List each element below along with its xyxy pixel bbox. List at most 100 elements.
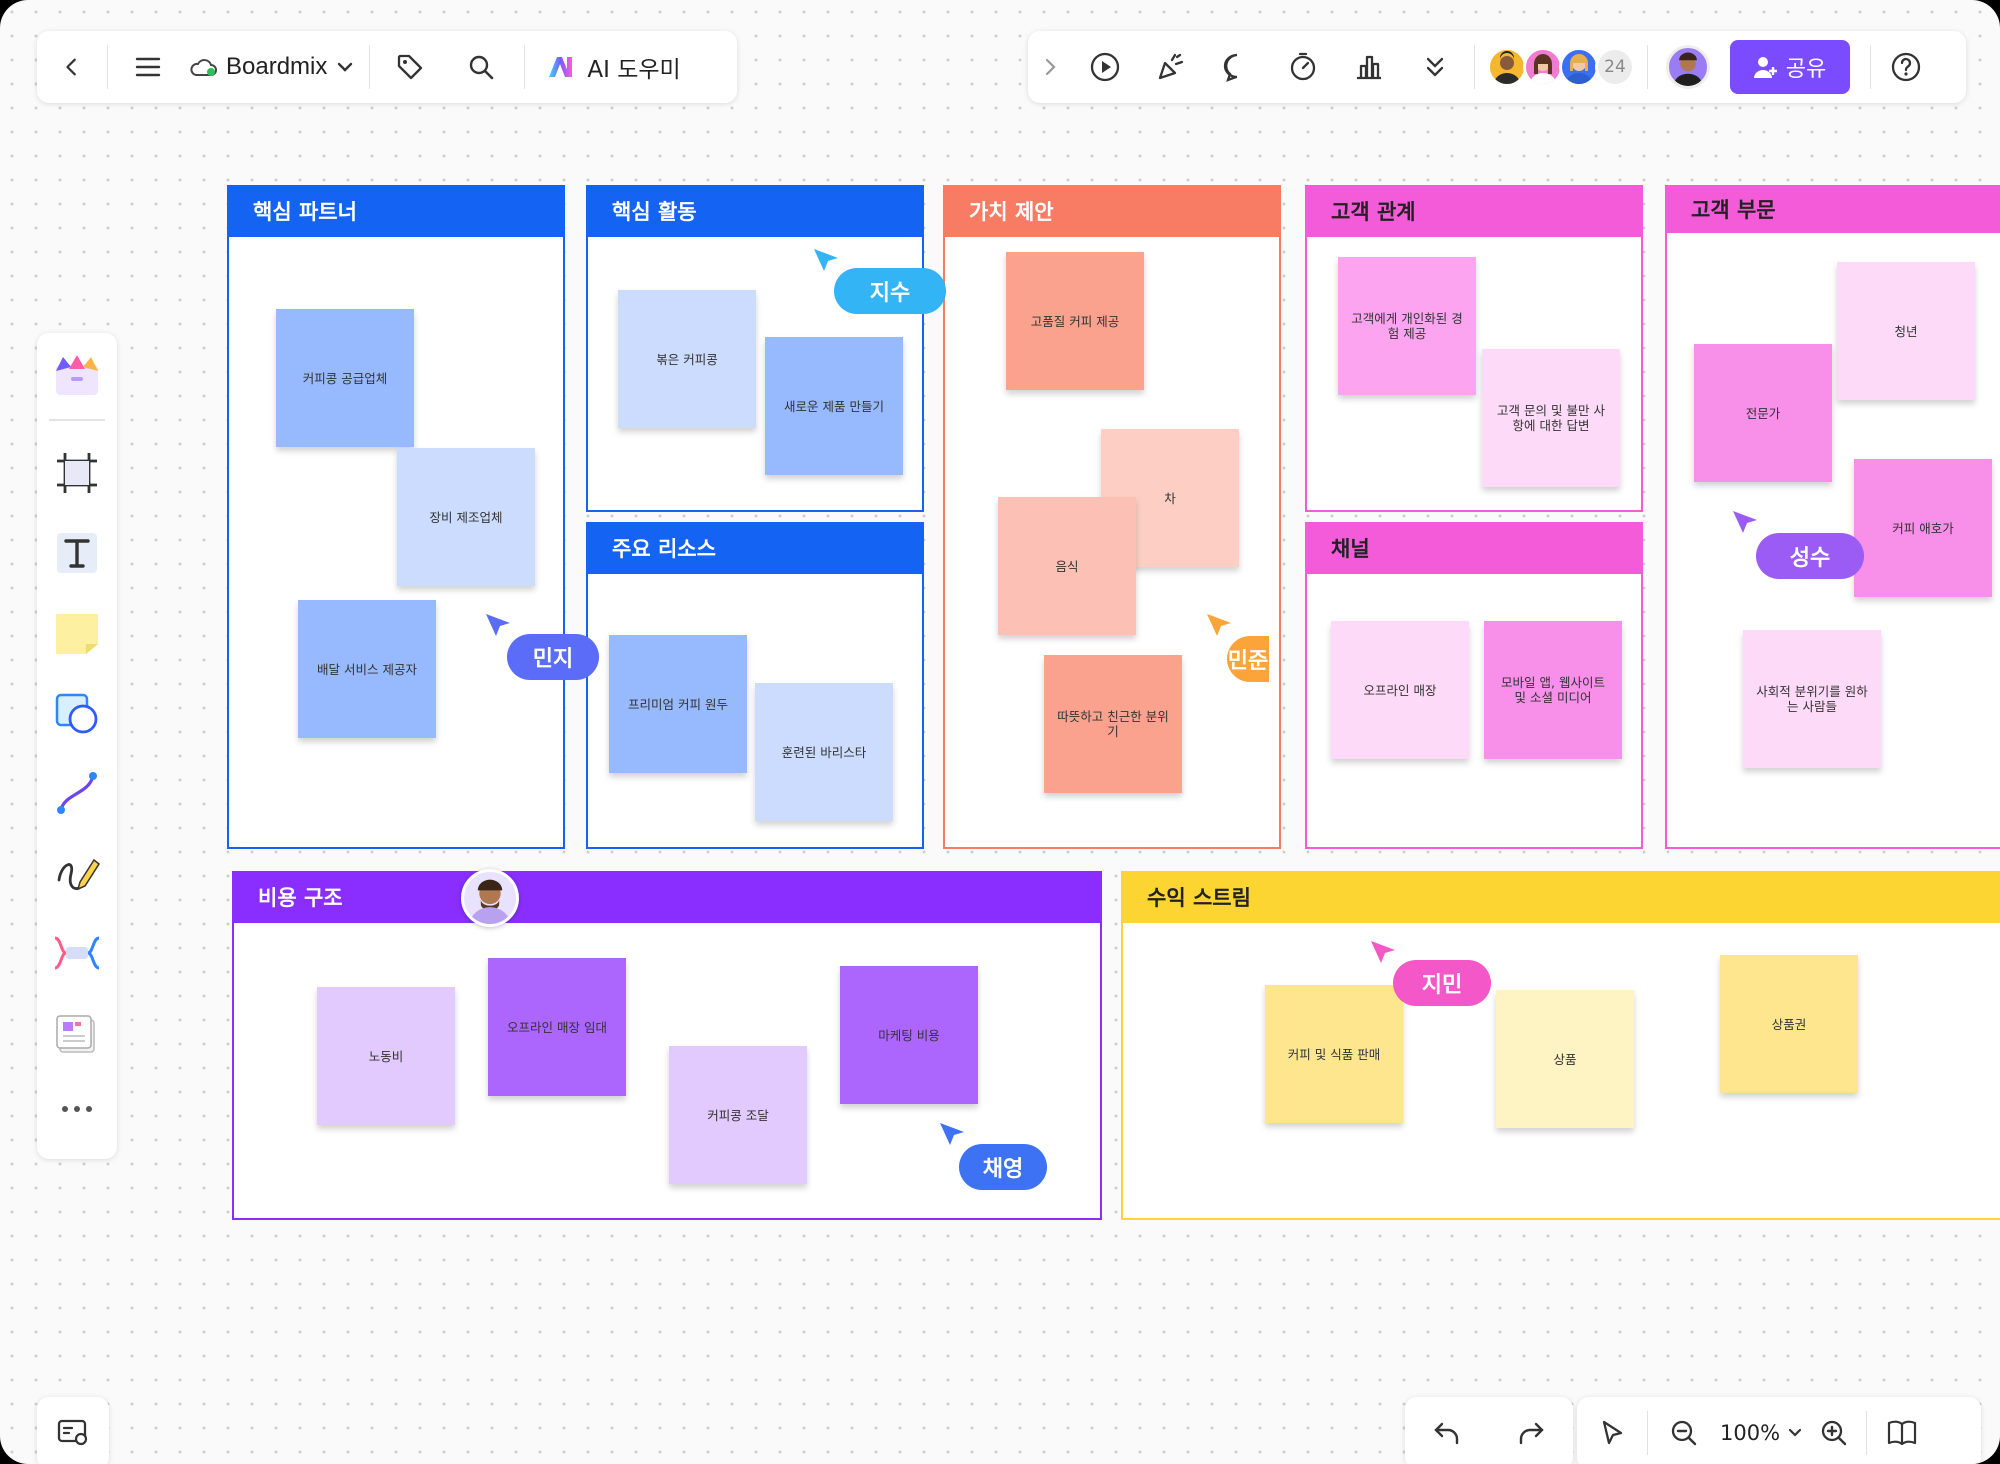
cursor-name-tag: 지민	[1393, 960, 1491, 1006]
frame-key-resources[interactable]: 주요 리소스 프리미엄 커피 원두 훈련된 바리스타	[586, 522, 924, 849]
mind-map-icon[interactable]	[47, 923, 107, 983]
redo-icon[interactable]	[1501, 1403, 1561, 1463]
celebrate-icon[interactable]	[1138, 31, 1204, 103]
ai-assistant-label: AI 도우미	[587, 57, 681, 83]
vote-chart-icon[interactable]	[1336, 31, 1402, 103]
frame-user-avatar	[461, 869, 519, 927]
pen-tool-icon[interactable]	[47, 843, 107, 903]
tag-icon[interactable]	[370, 31, 450, 103]
frame-customer-relationships[interactable]: 고객 관계 고객에게 개인화된 경험 제공 고객 문의 및 불만 사항에 대한 …	[1305, 185, 1643, 512]
expand-toolbar-icon[interactable]	[1028, 31, 1072, 103]
connector-tool-icon[interactable]	[47, 763, 107, 823]
cursor-name-tag: 민지	[507, 634, 599, 680]
collaborator-avatars[interactable]: 24	[1487, 31, 1647, 103]
template-icon[interactable]	[47, 345, 107, 405]
collaborator-count-badge: 24	[1595, 47, 1635, 87]
frame-title: 가치 제안	[943, 185, 1281, 237]
cursor-name-tag: 성수	[1756, 533, 1864, 579]
zoom-level-dropdown[interactable]: 100%	[1720, 1397, 1802, 1464]
sticky-note[interactable]: 볶은 커피콩	[618, 290, 756, 428]
text-tool-icon[interactable]	[47, 523, 107, 583]
frame-customer-segments[interactable]: 고객 부문 청년 전문가 커피 애호가 사회적 분위기를 원하는 사람들	[1665, 185, 2000, 849]
cursor-pointer-icon	[940, 1123, 964, 1145]
sticky-note[interactable]: 프리미엄 커피 원두	[609, 635, 747, 773]
chevron-down-icon	[337, 61, 353, 73]
sticky-note[interactable]: 모바일 앱, 웹사이트 및 소셜 미디어	[1484, 621, 1622, 759]
frame-title: 고객 부문	[1665, 185, 2000, 233]
menu-icon[interactable]	[108, 31, 188, 103]
sticky-note[interactable]: 훈련된 바리스타	[755, 683, 893, 821]
sticky-note[interactable]: 커피 애호가	[1854, 459, 1992, 597]
cursor-name-tag: 채영	[959, 1144, 1047, 1190]
current-user-avatar[interactable]	[1666, 45, 1710, 89]
ai-logo-icon	[547, 55, 581, 79]
presentation-play-icon[interactable]	[1072, 31, 1138, 103]
minimap-button[interactable]	[37, 1397, 109, 1464]
board-name-dropdown[interactable]: Boardmix	[188, 31, 369, 103]
frame-title: 고객 관계	[1305, 185, 1643, 237]
cursor-pointer-icon	[814, 249, 838, 271]
avatar	[1487, 47, 1527, 87]
sticky-note[interactable]: 오프라인 매장	[1331, 621, 1469, 759]
minimap-icon	[57, 1418, 89, 1448]
comment-icon[interactable]	[1204, 31, 1270, 103]
undo-icon[interactable]	[1417, 1403, 1477, 1463]
frame-key-activities[interactable]: 핵심 활동 볶은 커피콩 새로운 제품 만들기	[586, 185, 924, 512]
zoom-out-icon[interactable]	[1648, 1397, 1720, 1464]
top-left-toolbar: Boardmix AI 도우미	[37, 31, 737, 103]
cloud-saved-icon	[188, 56, 218, 78]
sticky-note[interactable]: 청년	[1837, 262, 1975, 400]
sticky-note[interactable]: 장비 제조업체	[397, 448, 535, 586]
sticky-note[interactable]: 커피 및 식품 판매	[1265, 985, 1403, 1123]
share-button[interactable]: 공유	[1730, 40, 1850, 94]
sticky-note[interactable]: 새로운 제품 만들기	[765, 337, 903, 475]
frame-title: 핵심 활동	[586, 185, 924, 237]
more-icon[interactable]	[47, 1079, 107, 1139]
board-name: Boardmix	[226, 53, 328, 80]
sticky-note[interactable]: 고객 문의 및 불만 사항에 대한 답변	[1482, 349, 1620, 487]
sticky-note[interactable]: 상품권	[1720, 955, 1858, 1093]
frame-tool-icon[interactable]	[47, 443, 107, 503]
frame-value-propositions[interactable]: 가치 제안 고품질 커피 제공 차 음식 따뜻하고 친근한 분위기	[943, 185, 1281, 849]
zoom-bar: 100%	[1577, 1397, 1981, 1464]
frame-title: 채널	[1305, 522, 1643, 574]
frame-key-partners[interactable]: 핵심 파트너 커피콩 공급업체 장비 제조업체 배달 서비스 제공자	[227, 185, 565, 849]
frame-channels[interactable]: 채널 오프라인 매장 모바일 앱, 웹사이트 및 소셜 미디어	[1305, 522, 1643, 849]
divider	[49, 419, 105, 421]
help-icon[interactable]	[1871, 31, 1941, 103]
sticky-note[interactable]: 사회적 분위기를 원하는 사람들	[1743, 630, 1881, 768]
cursor-name-tag: 민준	[1227, 636, 1269, 682]
more-tools-chevron-icon[interactable]	[1402, 31, 1468, 103]
frame-revenue-streams[interactable]: 수익 스트림 커피 및 식품 판매 상품 상품권	[1121, 871, 2000, 1220]
select-pointer-icon[interactable]	[1577, 1397, 1647, 1464]
sticky-note[interactable]: 따뜻하고 친근한 분위기	[1044, 655, 1182, 793]
sticky-note[interactable]: 고객에게 개인화된 경험 제공	[1338, 257, 1476, 395]
cursor-pointer-icon	[1207, 614, 1231, 636]
ai-assistant-button[interactable]: AI 도우미	[525, 50, 681, 84]
sticky-note[interactable]: 커피콩 공급업체	[276, 309, 414, 447]
sticky-note[interactable]: 음식	[998, 497, 1136, 635]
sticky-note[interactable]: 오프라인 매장 임대	[488, 958, 626, 1096]
sticky-note[interactable]: 전문가	[1694, 344, 1832, 482]
sticky-note[interactable]: 고품질 커피 제공	[1006, 252, 1144, 390]
sticky-note[interactable]: 배달 서비스 제공자	[298, 600, 436, 738]
sticky-note[interactable]: 커피콩 조달	[669, 1046, 807, 1184]
shape-tool-icon[interactable]	[47, 683, 107, 743]
timer-icon[interactable]	[1270, 31, 1336, 103]
cursor-pointer-icon	[1371, 941, 1395, 963]
cursor-name-tag: 지수	[834, 268, 946, 314]
whiteboard-canvas[interactable]: Boardmix AI 도우미 24 공유 핵심 파트너 커피콩 공급업체 장비…	[0, 0, 2000, 1464]
sticky-note[interactable]: 상품	[1496, 990, 1634, 1128]
book-view-icon[interactable]	[1867, 1397, 1937, 1464]
share-label: 공유	[1785, 57, 1827, 82]
sticky-note[interactable]: 마케팅 비용	[840, 966, 978, 1104]
frame-title: 수익 스트림	[1121, 871, 2000, 923]
search-icon[interactable]	[450, 31, 512, 103]
sticky-note-icon[interactable]	[47, 603, 107, 663]
more-templates-icon[interactable]	[47, 1003, 107, 1063]
back-icon[interactable]	[37, 31, 107, 103]
sticky-note[interactable]: 노동비	[317, 987, 455, 1125]
avatar	[1559, 47, 1599, 87]
zoom-in-icon[interactable]	[1802, 1397, 1866, 1464]
collaborator-count: 24	[1604, 57, 1626, 77]
